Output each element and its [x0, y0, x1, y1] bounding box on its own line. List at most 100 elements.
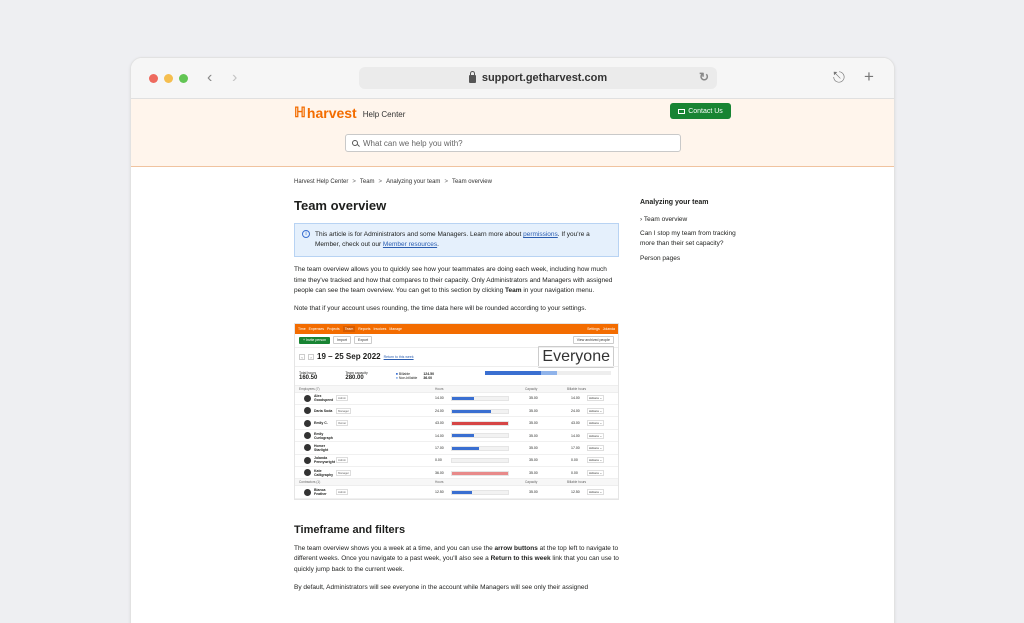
table-row[interactable]: Bianca Feather Admin 12.50 35.00 12.50 Action… [295, 486, 618, 499]
table-row[interactable]: Homer Starlight 17.00 35.00 17.00 Actions ⌄ [295, 442, 618, 455]
address-bar[interactable]: support.getharvest.com ↻ [359, 67, 717, 89]
actions-dropdown[interactable]: Actions ⌄ [587, 407, 605, 414]
person-name[interactable]: Homer Starlight [314, 444, 336, 452]
billable-value: 12.50 [571, 490, 580, 495]
person-name[interactable]: Emily Curlograph [314, 432, 336, 440]
table-row[interactable]: Emily Curlograph 14.00 35.00 14.00 Actions ⌄ [295, 430, 618, 443]
hours-value: 17.00 [435, 445, 444, 450]
hours-bar [451, 396, 509, 402]
browser-titlebar: ‹ › support.getharvest.com ↻ ⎋ + [131, 58, 894, 99]
actions-dropdown[interactable]: Actions ⌄ [587, 444, 605, 451]
actions-dropdown[interactable]: Actions ⌄ [587, 489, 605, 496]
capacity-value: 35.00 [529, 433, 538, 438]
table-row[interactable]: Daria Soda Manager 24.00 35.00 24.00 Actions … [295, 405, 618, 418]
hours-bar [451, 420, 509, 426]
rounding-paragraph: Note that if your account uses rounding,… [294, 305, 587, 313]
hours-value: 14.00 [435, 433, 444, 438]
search-icon [352, 140, 358, 146]
capacity-value: 35.00 [529, 490, 538, 495]
chevron-right-icon[interactable]: › [232, 69, 237, 87]
help-center-header: ℍ harvest Help Center Contact Us What ca… [131, 99, 894, 167]
nav-team: Team [342, 325, 356, 332]
actions-dropdown[interactable]: Actions ⌄ [587, 457, 605, 464]
nav-time: Time [298, 326, 306, 331]
hours-bar [451, 470, 509, 476]
hours-bar-fill [452, 446, 480, 450]
sidebar-item-person-pages[interactable]: Person pages [640, 254, 750, 264]
minimize-window-button[interactable] [164, 74, 173, 83]
harvest-logo[interactable]: ℍ harvest Help Center [294, 104, 405, 121]
person-name[interactable]: Jolanda Pennywright [314, 456, 336, 464]
breadcrumb: Harvest Help Center > Team > Analyzing your … [294, 179, 492, 185]
sidebar-item-capacity[interactable]: Can I stop my team from tracking more th… [640, 229, 750, 249]
person-name[interactable]: Kate Calligraphy [314, 469, 336, 477]
share-icon[interactable]: ⎋ [833, 69, 845, 86]
table-row[interactable]: Emily C. Owner 43.00 35.00 43.00 Actions ⌄ [295, 417, 618, 430]
close-window-button[interactable] [149, 74, 158, 83]
actions-dropdown[interactable]: Actions ⌄ [587, 420, 605, 427]
actions-dropdown[interactable]: Actions ⌄ [587, 395, 605, 402]
search-input[interactable]: What can we help you with? [345, 134, 681, 152]
return-link: Return to this week [383, 354, 414, 359]
table-row[interactable]: Jolanda Pennywright Admin 0.00 35.00 0.00 Act… [295, 455, 618, 468]
role-badge: Admin [336, 457, 348, 464]
chevron-left-icon[interactable]: ‹ [207, 69, 212, 87]
nav-reports: Reports [358, 326, 371, 331]
new-tab-icon[interactable]: + [864, 67, 874, 87]
intro-paragraph: The team overview allows you to quickly … [294, 266, 613, 294]
hours-value: 12.50 [435, 490, 444, 495]
avatar [304, 394, 311, 402]
hours-bar [451, 458, 509, 464]
lock-icon [468, 71, 476, 83]
hours-value: 14.00 [435, 396, 444, 401]
breadcrumb-analyzing[interactable]: Analyzing your team [386, 179, 440, 185]
screenshot-date-row: ‹ › 19 – 25 Sep 2022 Return to this week… [295, 345, 618, 368]
person-name[interactable]: Daria Soda [314, 409, 336, 413]
contact-us-button[interactable]: Contact Us [670, 103, 731, 119]
mail-icon [678, 108, 686, 114]
actions-dropdown[interactable]: Actions ⌄ [587, 432, 605, 439]
breadcrumb-team[interactable]: Team [360, 179, 375, 185]
nav-invoices: Invoices [373, 326, 387, 331]
next-week-icon: › [308, 353, 314, 360]
table-row[interactable]: Alex Goodspeed Admin 14.00 35.00 14.00 Action… [295, 393, 618, 406]
hours-bar [451, 408, 509, 414]
reload-icon[interactable]: ↻ [699, 70, 709, 84]
hours-bar-fill [452, 421, 508, 425]
breadcrumb-current[interactable]: Team overview [452, 179, 492, 185]
permissions-notice: i This article is for Administrators and… [294, 223, 619, 258]
actions-dropdown[interactable]: Actions ⌄ [587, 469, 605, 476]
sidebar-title: Analyzing your team [640, 199, 709, 206]
contact-us-label: Contact Us [688, 107, 723, 115]
sidebar-item-current[interactable]: › Team overview [640, 215, 750, 225]
person-name[interactable]: Bianca Feather [314, 488, 336, 496]
filter-select: Everyone [538, 345, 614, 368]
avatar [304, 444, 311, 452]
url-text: support.getharvest.com [481, 72, 608, 84]
hours-bar [451, 433, 509, 439]
team-overview-screenshot: Time Expenses Projects Team Reports Invo… [294, 322, 619, 500]
person-name[interactable]: Alex Goodspeed [314, 394, 336, 402]
permissions-link[interactable]: permissions [523, 231, 558, 238]
breadcrumb-home[interactable]: Harvest Help Center [294, 179, 348, 185]
capacity-value: 35.00 [529, 458, 538, 463]
member-resources-link[interactable]: Member resources [383, 241, 437, 248]
harvest-mark-icon: ℍ [294, 104, 306, 120]
billable-value: 24.00 [571, 408, 580, 413]
avatar [304, 419, 311, 427]
date-range: 19 – 25 Sep 2022 [317, 352, 381, 362]
notice-text: This article is for Administrators and s… [315, 231, 524, 238]
export-button: Export [353, 336, 373, 345]
info-icon: i [302, 230, 310, 238]
avatar [304, 456, 311, 464]
import-button: Import [333, 336, 351, 345]
person-name[interactable]: Emily C. [314, 421, 336, 425]
billable-value: 14.00 [571, 433, 580, 438]
hours-value: 36.00 [435, 470, 444, 475]
table-row[interactable]: Kate Calligraphy Manager 36.00 35.00 0.00 Act… [295, 467, 618, 480]
search-placeholder: What can we help you with? [363, 138, 463, 148]
maximize-window-button[interactable] [179, 74, 188, 83]
hours-bar-fill [452, 409, 491, 413]
archived-people-button: View archived people [572, 336, 614, 345]
page-title: Team overview [294, 198, 387, 213]
